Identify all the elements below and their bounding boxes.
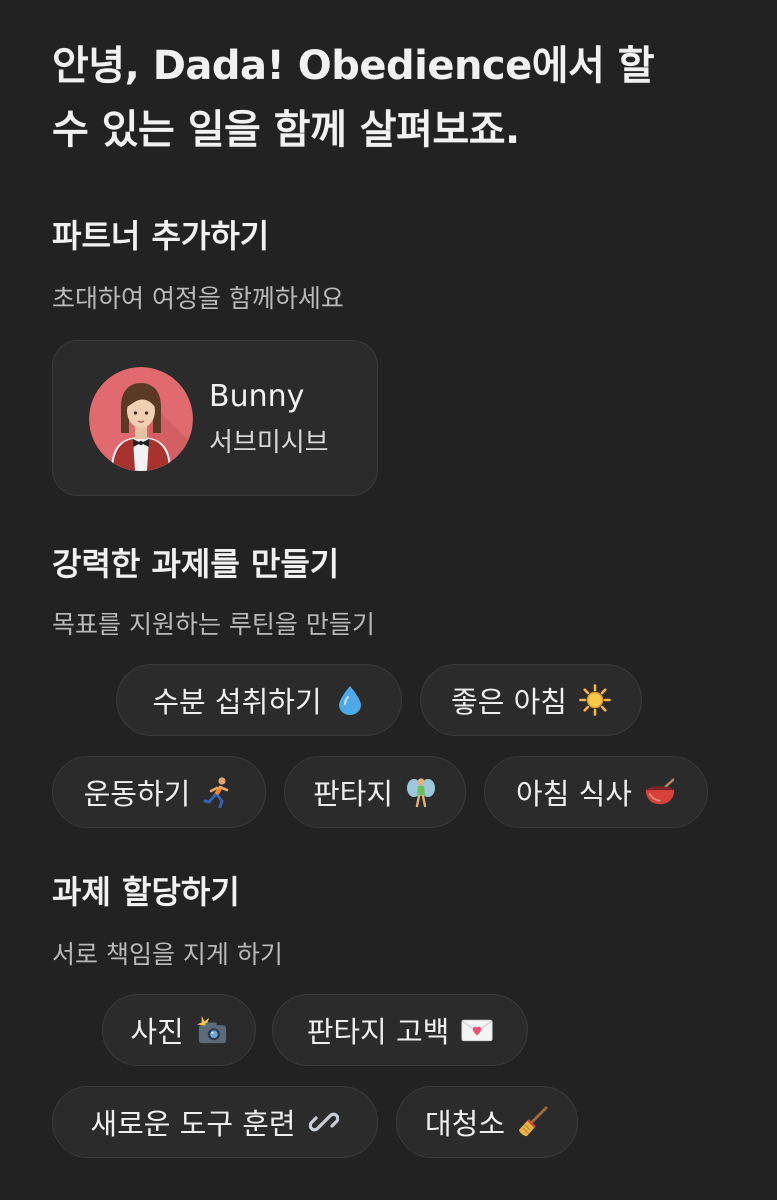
chip-label: 좋은 아침 bbox=[451, 685, 567, 719]
chip-good-morning[interactable]: 좋은 아침 bbox=[420, 664, 642, 736]
chip-breakfast[interactable]: 아침 식사 bbox=[484, 756, 708, 828]
broom-icon bbox=[517, 1106, 549, 1138]
partner-role: 서브미시브 bbox=[209, 428, 329, 458]
chip-label: 운동하기 bbox=[83, 777, 191, 811]
assign-section-title: 과제 할당하기 bbox=[52, 873, 240, 911]
partner-card[interactable]: Bunny 서브미시브 bbox=[52, 340, 378, 496]
sun-icon bbox=[579, 684, 611, 716]
link-icon bbox=[308, 1106, 340, 1138]
page-title: 안녕, Dada! Obedience에서 할수 있는 일을 함께 살펴보죠. bbox=[52, 34, 742, 162]
chip-big-cleaning[interactable]: 대청소 bbox=[396, 1086, 578, 1158]
partner-section-title: 파트너 추가하기 bbox=[52, 217, 270, 255]
chip-fantasy[interactable]: 판타지 bbox=[284, 756, 466, 828]
greeting-line-1: 안녕, Dada! Obedience에서 할 bbox=[52, 43, 655, 89]
onboarding-page: 안녕, Dada! Obedience에서 할수 있는 일을 함께 살펴보죠. … bbox=[0, 0, 777, 1200]
love-letter-icon bbox=[461, 1014, 493, 1046]
partner-section-subtitle: 초대하여 여정을 함께하세요 bbox=[52, 284, 344, 313]
assign-section-subtitle: 서로 책임을 지게 하기 bbox=[52, 940, 283, 969]
tasks-section-title: 강력한 과제를 만들기 bbox=[52, 545, 340, 583]
woman-waiter-avatar-icon bbox=[89, 367, 193, 471]
chip-photo[interactable]: 사진 bbox=[102, 994, 256, 1066]
chip-label: 새로운 도구 훈련 bbox=[90, 1107, 296, 1141]
fairy-icon bbox=[405, 776, 437, 808]
chip-hydrate[interactable]: 수분 섭취하기 bbox=[116, 664, 402, 736]
chip-label: 판타지 bbox=[312, 777, 394, 811]
camera-flash-icon bbox=[196, 1014, 228, 1046]
chip-label: 수분 섭취하기 bbox=[152, 685, 322, 719]
tasks-section-subtitle: 목표를 지원하는 루틴을 만들기 bbox=[52, 610, 375, 639]
chip-label: 대청소 bbox=[424, 1107, 506, 1141]
bowl-icon bbox=[644, 776, 676, 808]
greeting-line-2: 수 있는 일을 함께 살펴보죠. bbox=[52, 107, 520, 153]
chip-fantasy-confession[interactable]: 판타지 고백 bbox=[272, 994, 528, 1066]
chip-label: 아침 식사 bbox=[516, 777, 632, 811]
partner-name: Bunny bbox=[209, 379, 305, 414]
water-drop-icon bbox=[334, 684, 366, 716]
chip-label: 사진 bbox=[130, 1015, 184, 1049]
chip-exercise[interactable]: 운동하기 bbox=[52, 756, 266, 828]
chip-label: 판타지 고백 bbox=[306, 1015, 450, 1049]
running-person-icon bbox=[202, 776, 234, 808]
chip-new-tool-training[interactable]: 새로운 도구 훈련 bbox=[52, 1086, 378, 1158]
